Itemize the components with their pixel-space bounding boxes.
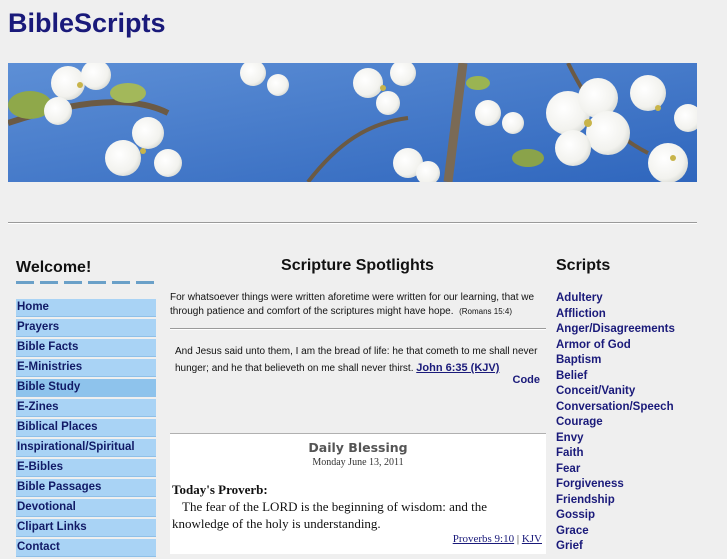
nav-bible-facts[interactable]: Bible Facts: [16, 339, 156, 357]
header-divider: [8, 222, 697, 224]
daily-blessing-box: Daily Blessing Monday June 13, 2011 Toda…: [170, 433, 546, 554]
script-forgiveness[interactable]: Forgiveness: [556, 477, 716, 493]
nav-home[interactable]: Home: [16, 299, 156, 317]
welcome-underline: [16, 281, 156, 284]
banner-image: [8, 63, 697, 182]
spotlight-intro: For whatsoever things were written afore…: [170, 291, 546, 319]
nav-e-bibles[interactable]: E-Bibles: [16, 459, 156, 477]
nav-bible-passages[interactable]: Bible Passages: [16, 479, 156, 497]
site-title[interactable]: BibleScripts: [8, 8, 166, 39]
script-courage[interactable]: Courage: [556, 415, 716, 431]
nav-e-zines[interactable]: E-Zines: [16, 399, 156, 417]
daily-blessing-date: Monday June 13, 2011: [312, 457, 404, 468]
proverb-ref-link[interactable]: Proverbs 9:10: [453, 533, 514, 545]
spotlight-verse: And Jesus said unto them, I am the bread…: [175, 344, 545, 377]
script-gossip[interactable]: Gossip: [556, 508, 716, 524]
proverb-heading: Today's Proverb:: [172, 482, 268, 497]
blossom-banner: [8, 63, 697, 182]
nav-inspirational-spiritual[interactable]: Inspirational/Spiritual: [16, 439, 156, 457]
proverb-text: The fear of the LORD is the beginning of…: [172, 499, 488, 531]
script-faith[interactable]: Faith: [556, 446, 716, 462]
nav-prayers[interactable]: Prayers: [16, 319, 156, 337]
script-baptism[interactable]: Baptism: [556, 353, 716, 369]
script-adultery[interactable]: Adultery: [556, 291, 716, 307]
nav-bible-study[interactable]: Bible Study: [16, 379, 156, 397]
script-friendship[interactable]: Friendship: [556, 493, 716, 509]
scripts-list: Adultery Affliction Anger/Disagreements …: [556, 291, 716, 555]
scripts-title: Scripts: [556, 257, 611, 274]
script-fear[interactable]: Fear: [556, 462, 716, 478]
spotlight-divider: [170, 328, 546, 330]
nav-contact[interactable]: Contact: [16, 539, 156, 557]
script-grace[interactable]: Grace: [556, 524, 716, 540]
welcome-heading: Welcome!: [16, 259, 92, 276]
sidebar-nav: Home Prayers Bible Facts E-Ministries Bi…: [16, 299, 156, 559]
script-affliction[interactable]: Affliction: [556, 307, 716, 323]
nav-clipart-links[interactable]: Clipart Links: [16, 519, 156, 537]
script-conceit-vanity[interactable]: Conceit/Vanity: [556, 384, 716, 400]
code-link[interactable]: Code: [500, 374, 541, 386]
script-envy[interactable]: Envy: [556, 431, 716, 447]
proverb-reference: Proverbs 9:10 | KJV: [420, 533, 542, 545]
script-anger-disagreements[interactable]: Anger/Disagreements: [556, 322, 716, 338]
verse-link[interactable]: John 6:35 (KJV): [416, 362, 499, 374]
script-armor-of-god[interactable]: Armor of God: [556, 338, 716, 354]
scripture-spotlights-title: Scripture Spotlights: [281, 257, 434, 274]
nav-e-ministries[interactable]: E-Ministries: [16, 359, 156, 377]
ref-separator: |: [514, 533, 522, 545]
script-conversation-speech[interactable]: Conversation/Speech: [556, 400, 716, 416]
proverb-version-link[interactable]: KJV: [522, 533, 542, 545]
nav-devotional[interactable]: Devotional: [16, 499, 156, 517]
script-grief[interactable]: Grief: [556, 539, 716, 555]
intro-reference: (Romans 15:4): [459, 307, 512, 316]
daily-blessing-title: Daily Blessing: [308, 440, 408, 455]
nav-biblical-places[interactable]: Biblical Places: [16, 419, 156, 437]
script-belief[interactable]: Belief: [556, 369, 716, 385]
